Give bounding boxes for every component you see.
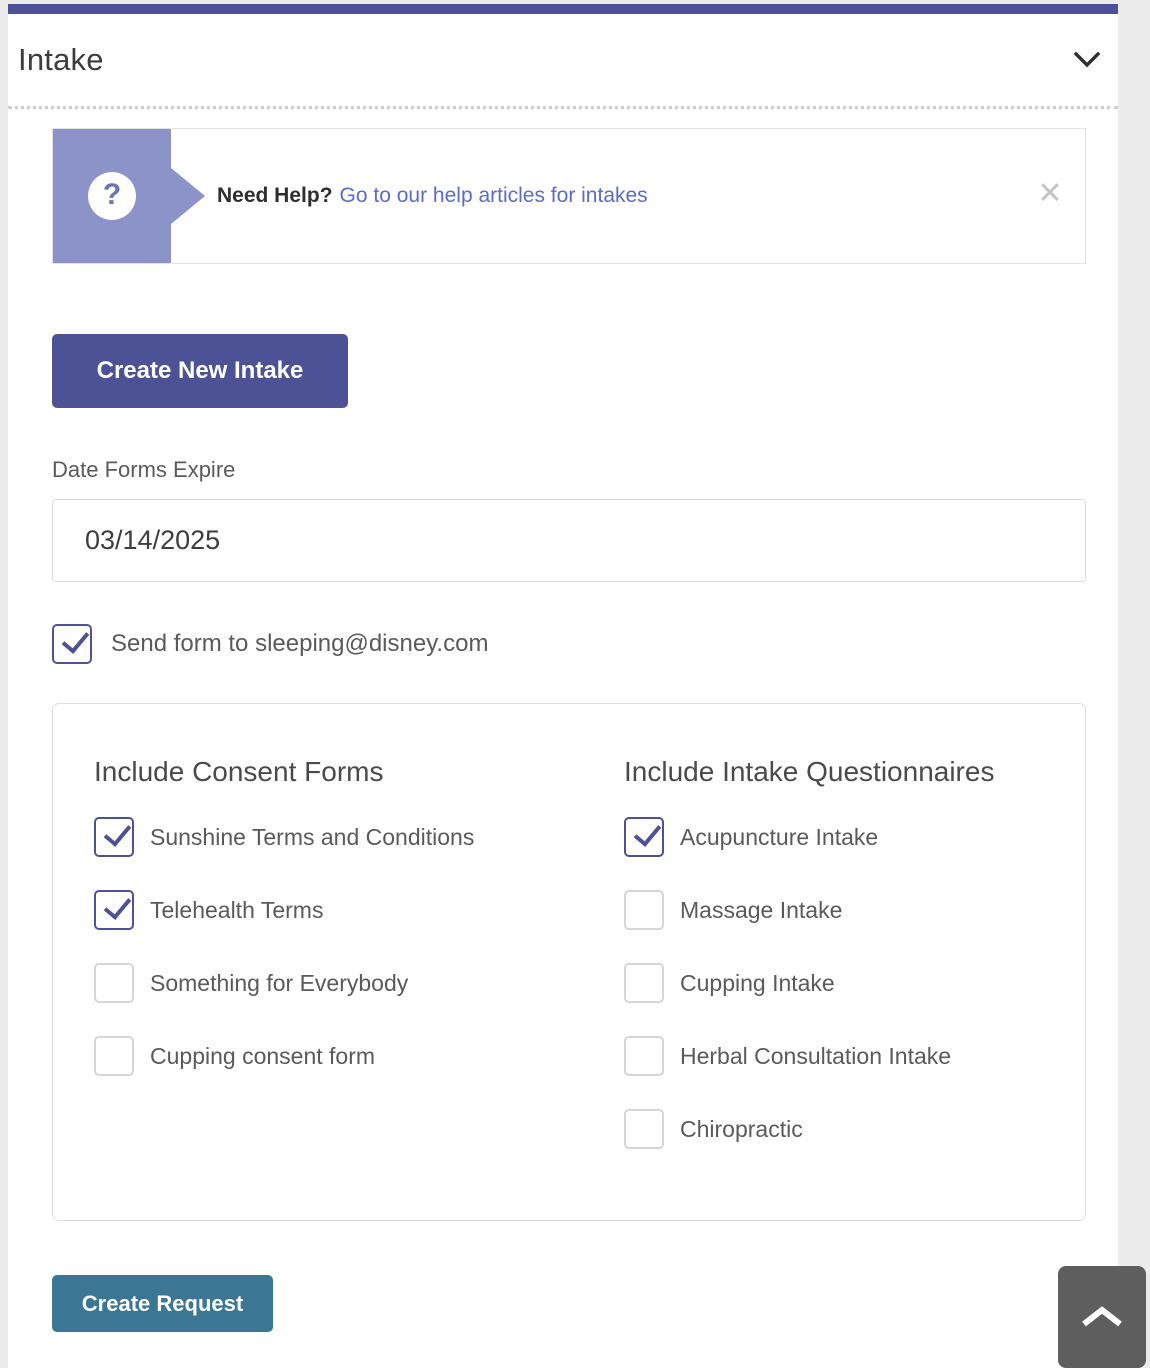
consent-form-checkbox[interactable] [94, 963, 134, 1003]
questionnaire-label: Acupuncture Intake [680, 823, 879, 850]
chevron-down-icon[interactable] [1070, 43, 1104, 77]
consent-form-label: Telehealth Terms [150, 896, 324, 923]
consent-form-item[interactable]: Something for Everybody [94, 963, 559, 1003]
intake-questionnaires-column: Include Intake Questionnaires Acupunctur… [559, 756, 1065, 1220]
help-banner-flag: ? [53, 129, 171, 263]
questionnaire-checkbox[interactable] [624, 817, 664, 857]
send-form-label: Send form to sleeping@disney.com [111, 630, 489, 657]
questionnaire-checkbox[interactable] [624, 1036, 664, 1076]
intake-questionnaires-heading: Include Intake Questionnaires [624, 756, 995, 787]
questionnaire-checkbox[interactable] [624, 1109, 664, 1149]
questionnaire-label: Herbal Consultation Intake [680, 1042, 952, 1069]
help-articles-link[interactable]: Go to our help articles for intakes [340, 184, 648, 208]
help-banner-body: Need Help? Go to our help articles for i… [171, 129, 1015, 263]
question-mark-icon: ? [88, 172, 136, 220]
questionnaire-item[interactable]: Acupuncture Intake [624, 817, 1065, 857]
questionnaire-label: Chiropractic [680, 1115, 803, 1142]
top-accent-bar [8, 4, 1118, 14]
consent-forms-column: Include Consent Forms Sunshine Terms and… [53, 756, 559, 1220]
send-form-checkbox-row[interactable]: Send form to sleeping@disney.com [52, 624, 488, 664]
date-forms-expire-input[interactable] [52, 499, 1086, 582]
consent-form-checkbox[interactable] [94, 890, 134, 930]
send-form-checkbox[interactable] [52, 624, 92, 664]
consent-form-label: Something for Everybody [150, 969, 409, 996]
consent-form-label: Sunshine Terms and Conditions [150, 823, 475, 850]
scroll-to-top-button[interactable] [1058, 1266, 1146, 1368]
consent-form-checkbox[interactable] [94, 817, 134, 857]
questionnaire-checkbox[interactable] [624, 963, 664, 1003]
consent-form-item[interactable]: Telehealth Terms [94, 890, 559, 930]
intake-panel: Intake ? Need Help? Go to our help artic… [8, 4, 1118, 1368]
page-header: Intake [8, 14, 1118, 109]
create-new-intake-button[interactable]: Create New Intake [52, 334, 348, 408]
close-icon[interactable]: ✕ [1015, 129, 1085, 263]
questionnaire-item[interactable]: Herbal Consultation Intake [624, 1036, 1065, 1076]
questionnaire-label: Massage Intake [680, 896, 843, 923]
consent-form-checkbox[interactable] [94, 1036, 134, 1076]
consent-form-item[interactable]: Cupping consent form [94, 1036, 559, 1076]
help-banner: ? Need Help? Go to our help articles for… [52, 128, 1086, 264]
date-forms-expire-label: Date Forms Expire [52, 457, 236, 482]
create-request-button[interactable]: Create Request [52, 1275, 273, 1332]
questionnaire-item[interactable]: Massage Intake [624, 890, 1065, 930]
questionnaire-item[interactable]: Cupping Intake [624, 963, 1065, 1003]
questionnaire-item[interactable]: Chiropractic [624, 1109, 1065, 1149]
consent-form-label: Cupping consent form [150, 1042, 376, 1069]
page-title: Intake [18, 42, 104, 77]
chevron-up-icon [1082, 1306, 1122, 1327]
help-banner-strong-text: Need Help? [217, 184, 333, 207]
consent-forms-heading: Include Consent Forms [94, 756, 384, 787]
questionnaire-checkbox[interactable] [624, 890, 664, 930]
consent-form-item[interactable]: Sunshine Terms and Conditions [94, 817, 559, 857]
forms-selection-box: Include Consent Forms Sunshine Terms and… [52, 703, 1086, 1221]
questionnaire-label: Cupping Intake [680, 969, 835, 996]
